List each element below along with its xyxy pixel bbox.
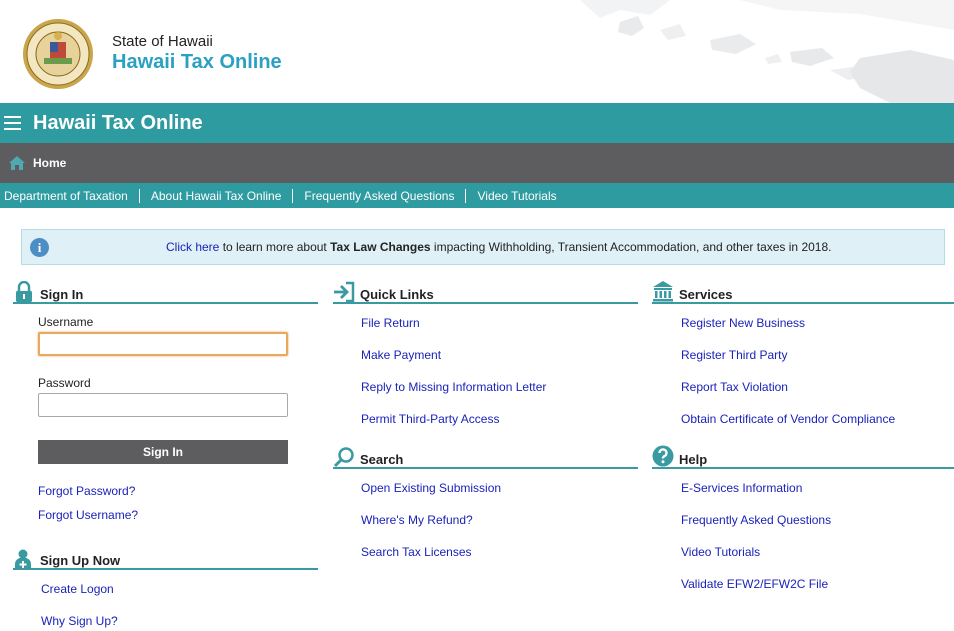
quick-link-make-payment[interactable]: Make Payment [361,348,441,362]
building-columns-icon [653,281,673,302]
home-icon[interactable] [8,155,26,171]
help-question-icon [652,445,674,467]
service-certificate-vendor-compliance[interactable]: Obtain Certificate of Vendor Compliance [681,412,895,426]
create-logon-link[interactable]: Create Logon [41,582,114,596]
add-user-icon [15,549,31,569]
quick-links-section-header: Quick Links [333,281,638,304]
title-bar: Hawaii Tax Online [0,103,954,143]
service-register-new-business[interactable]: Register New Business [681,316,805,330]
search-icon [333,447,354,468]
search-section-header: Search [333,447,638,469]
site-name[interactable]: Hawaii Tax Online [112,51,282,74]
help-section-header: Help [652,445,954,469]
quick-link-permit-third-party[interactable]: Permit Third-Party Access [361,412,499,426]
nav-link-department-of-taxation[interactable]: Department of Taxation [0,188,140,203]
quick-links-title: Quick Links [360,287,434,302]
home-bar: Home [0,143,954,183]
help-e-services-information[interactable]: E-Services Information [681,481,802,495]
title-bar-heading: Hawaii Tax Online [33,112,203,134]
help-video-tutorials[interactable]: Video Tutorials [681,545,760,559]
nav-link-faq[interactable]: Frequently Asked Questions [293,188,467,203]
services-section-header: Services [652,281,954,304]
hamburger-icon[interactable] [4,116,21,130]
service-register-third-party[interactable]: Register Third Party [681,348,787,362]
search-wheres-my-refund[interactable]: Where's My Refund? [361,513,473,527]
banner-message: Click here to learn more about Tax Law C… [166,240,831,254]
username-label: Username [38,315,94,329]
hawaiian-islands-graphic [580,0,954,103]
home-link[interactable]: Home [33,156,66,170]
search-tax-licenses[interactable]: Search Tax Licenses [361,545,472,559]
sign-up-title: Sign Up Now [40,553,121,568]
forgot-password-link[interactable]: Forgot Password? [38,484,135,498]
password-input[interactable] [38,393,288,417]
help-title: Help [679,452,708,467]
sign-in-title: Sign In [40,287,84,302]
search-open-existing-submission[interactable]: Open Existing Submission [361,481,501,495]
password-label: Password [38,376,91,390]
username-input[interactable] [38,332,288,356]
help-validate-efw2[interactable]: Validate EFW2/EFW2C File [681,577,828,591]
help-faq[interactable]: Frequently Asked Questions [681,513,831,527]
site-header: State of Hawaii Hawaii Tax Online [0,0,954,103]
banner-bold-text: Tax Law Changes [330,240,431,254]
sign-in-section-header: Sign In [13,281,318,304]
search-title: Search [360,452,404,467]
quick-link-reply-missing-info[interactable]: Reply to Missing Information Letter [361,380,546,394]
sign-in-button[interactable]: Sign In [38,440,288,464]
services-title: Services [679,287,733,302]
banner-click-here-link[interactable]: Click here [166,240,219,254]
state-seal-icon [23,19,93,89]
top-links-bar: Department of Taxation About Hawaii Tax … [0,183,954,208]
why-sign-up-link[interactable]: Why Sign Up? [41,614,118,628]
info-banner: i Click here to learn more about Tax Law… [21,229,945,265]
forgot-username-link[interactable]: Forgot Username? [38,508,138,522]
sign-in-arrow-icon [334,281,355,303]
banner-text-1: to learn more about [219,240,331,254]
banner-text-2: impacting Withholding, Transient Accommo… [430,240,832,254]
sign-up-section-header: Sign Up Now [13,549,318,570]
lock-icon [16,281,32,302]
nav-link-video-tutorials[interactable]: Video Tutorials [466,189,567,203]
state-name: State of Hawaii [112,33,213,50]
info-icon: i [30,238,49,257]
service-report-tax-violation[interactable]: Report Tax Violation [681,380,788,394]
nav-link-about[interactable]: About Hawaii Tax Online [140,188,294,203]
quick-link-file-return[interactable]: File Return [361,316,420,330]
